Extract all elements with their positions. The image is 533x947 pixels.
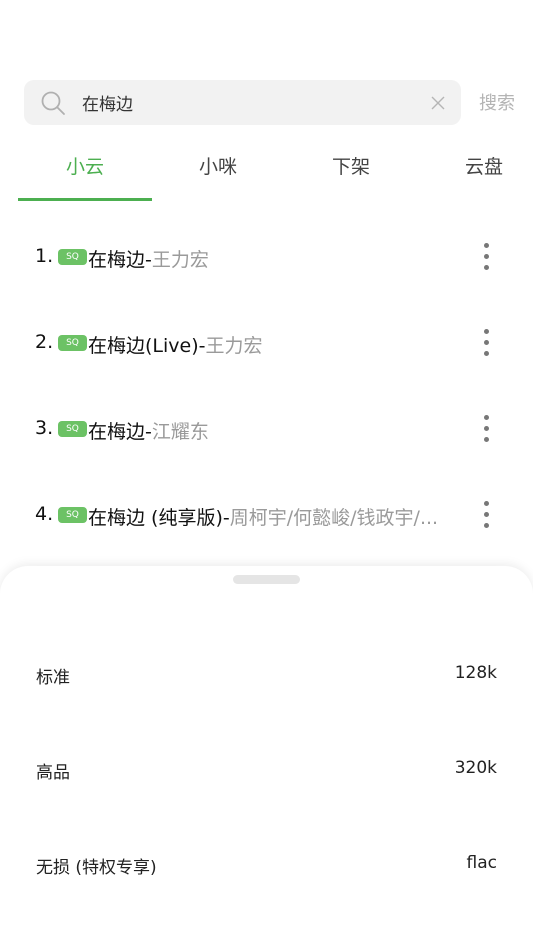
song-title: 在梅边-王力宏	[88, 249, 209, 271]
more-options-icon[interactable]	[472, 412, 502, 446]
quality-option-standard[interactable]: 标准 128k	[0, 643, 533, 703]
quality-label: 高品	[36, 763, 70, 783]
song-row[interactable]: 3. SQ 在梅边-江耀东	[0, 400, 533, 460]
song-index: 4.	[35, 503, 54, 525]
song-title: 在梅边 (纯享版)-周柯宇/何懿峻/钱政宇/...	[88, 507, 439, 529]
song-artist: 江耀东	[151, 421, 209, 443]
source-tabs: 小云 小咪 下架 云盘	[0, 140, 533, 202]
search-icon	[41, 91, 65, 115]
quality-bottom-sheet: 标准 128k 高品 320k 无损 (特权专享) flac	[0, 566, 533, 947]
quality-rate: 128k	[454, 663, 497, 683]
song-index: 1.	[35, 245, 54, 267]
clear-icon[interactable]	[430, 95, 446, 111]
song-row[interactable]: 1. SQ 在梅边-王力宏	[0, 228, 533, 288]
sq-badge: SQ	[58, 249, 87, 265]
search-input[interactable]	[82, 80, 412, 125]
drag-handle[interactable]	[233, 575, 300, 584]
quality-option-high[interactable]: 高品 320k	[0, 738, 533, 798]
song-artist: 王力宏	[205, 335, 263, 357]
tab-xiajia[interactable]: 下架	[284, 140, 418, 194]
song-row[interactable]: 2. SQ 在梅边(Live)-王力宏	[0, 314, 533, 374]
song-artist: 王力宏	[151, 249, 209, 271]
sq-badge: SQ	[58, 421, 87, 437]
more-options-icon[interactable]	[472, 326, 502, 360]
song-artist: 周柯宇/何懿峻/钱政宇/...	[229, 507, 439, 529]
more-options-icon[interactable]	[472, 240, 502, 274]
more-options-icon[interactable]	[472, 498, 502, 532]
song-title: 在梅边-江耀东	[88, 421, 209, 443]
sq-badge: SQ	[58, 335, 87, 351]
quality-rate: 320k	[454, 758, 497, 778]
search-bar[interactable]	[24, 80, 461, 125]
quality-label: 标准	[36, 668, 70, 688]
quality-label: 无损 (特权专享)	[36, 858, 157, 878]
search-button[interactable]: 搜索	[479, 89, 515, 115]
quality-rate: flac	[466, 853, 497, 873]
active-tab-indicator	[18, 198, 152, 201]
sq-badge: SQ	[58, 507, 87, 523]
song-index: 3.	[35, 417, 54, 439]
tab-xiaoyun[interactable]: 小云	[18, 140, 152, 194]
tab-xiaomi[interactable]: 小咪	[151, 140, 285, 194]
quality-option-lossless[interactable]: 无损 (特权专享) flac	[0, 833, 533, 893]
tab-yunpan[interactable]: 云盘	[417, 140, 533, 194]
song-title: 在梅边(Live)-王力宏	[88, 335, 263, 357]
song-row[interactable]: 4. SQ 在梅边 (纯享版)-周柯宇/何懿峻/钱政宇/...	[0, 486, 533, 546]
song-index: 2.	[35, 331, 54, 353]
